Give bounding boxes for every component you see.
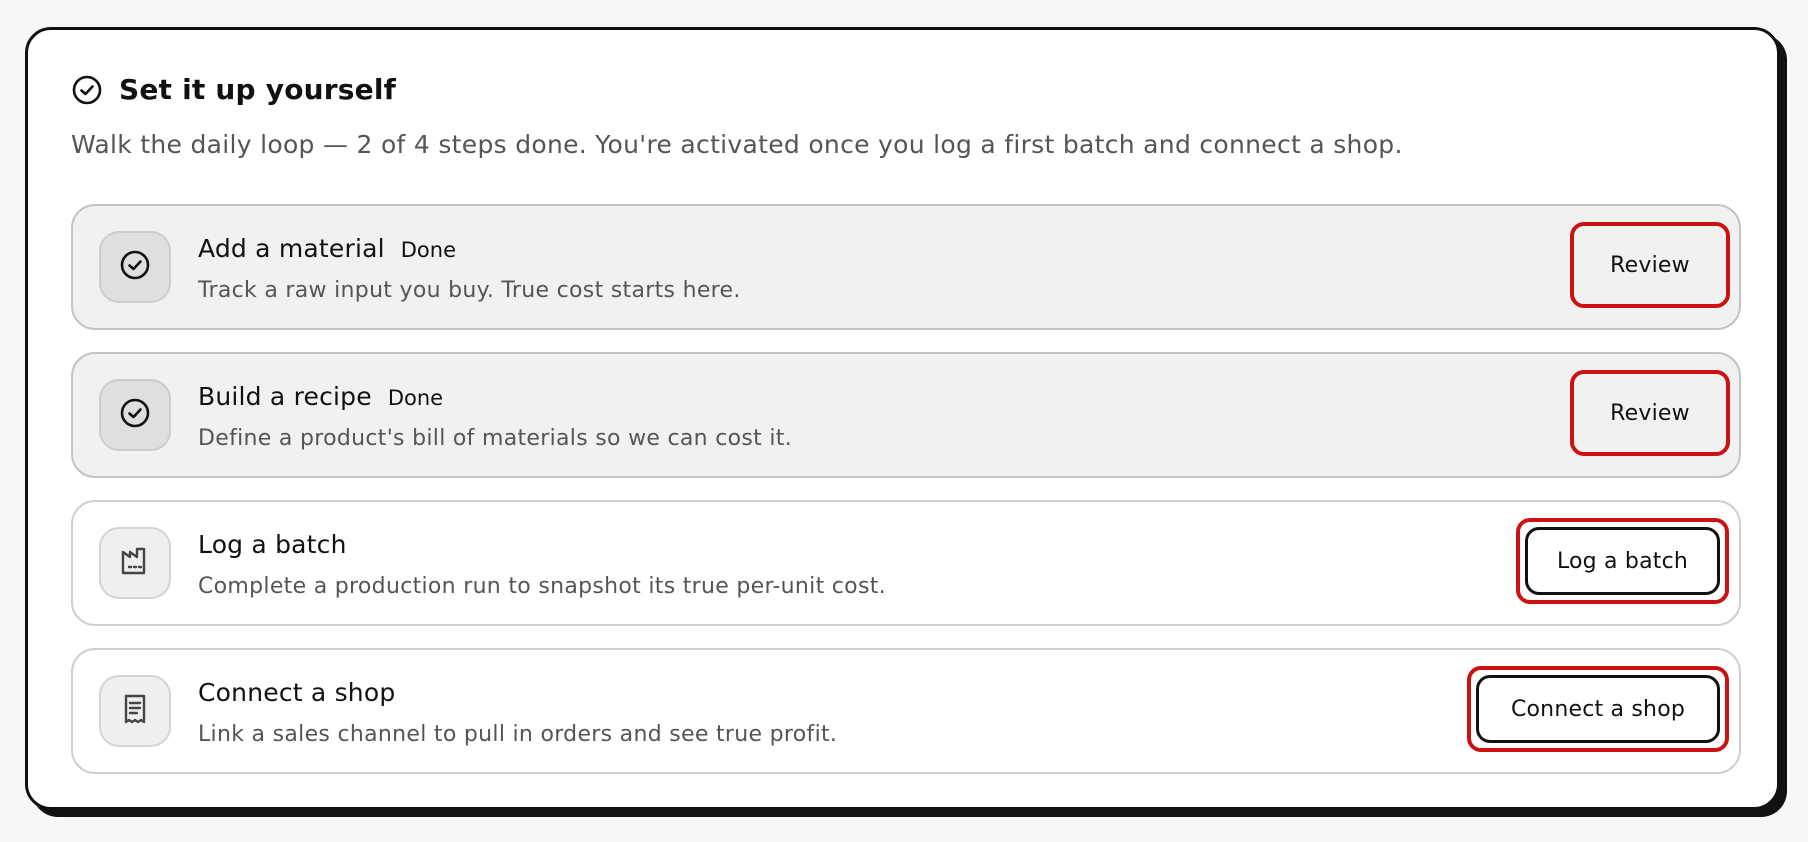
card-header: Set it up yourself	[71, 73, 396, 106]
check-circle-icon	[118, 396, 152, 434]
connect-shop-button-highlight: Connect a shop	[1467, 666, 1729, 752]
check-circle-icon	[71, 74, 103, 106]
page-subtitle: Walk the daily loop — 2 of 4 steps done.…	[71, 130, 1403, 159]
step-description: Define a product's bill of materials so …	[198, 426, 792, 451]
step-icon-tile	[99, 231, 171, 303]
status-badge: Done	[387, 386, 444, 410]
step-description: Link a sales channel to pull in orders a…	[198, 722, 838, 747]
step-title: Build a recipe	[198, 382, 372, 411]
log-batch-button-highlight: Log a batch	[1516, 518, 1729, 604]
step-title: Log a batch	[198, 530, 347, 559]
page-title: Set it up yourself	[119, 73, 397, 106]
check-circle-icon	[118, 248, 152, 286]
step-title: Add a material	[198, 234, 385, 263]
log-batch-button[interactable]: Log a batch	[1525, 527, 1720, 595]
step-add-material: Add a material Done Track a raw input yo…	[71, 204, 1741, 330]
connect-shop-button[interactable]: Connect a shop	[1476, 675, 1720, 743]
step-icon-tile	[99, 675, 171, 747]
setup-card: Set it up yourself Walk the daily loop —…	[25, 27, 1780, 810]
review-button[interactable]: Review	[1610, 253, 1690, 278]
review-button[interactable]: Review	[1610, 401, 1690, 426]
step-log-batch: Log a batch Complete a production run to…	[71, 500, 1741, 626]
step-icon-tile	[99, 379, 171, 451]
step-build-recipe: Build a recipe Done Define a product's b…	[71, 352, 1741, 478]
step-icon-tile	[99, 527, 171, 599]
step-connect-shop: Connect a shop Link a sales channel to p…	[71, 648, 1741, 774]
review-button-highlight: Review	[1570, 370, 1730, 456]
receipt-icon	[118, 692, 152, 730]
step-description: Track a raw input you buy. True cost sta…	[198, 278, 741, 303]
factory-icon	[118, 544, 152, 582]
step-title: Connect a shop	[198, 678, 396, 707]
step-description: Complete a production run to snapshot it…	[198, 574, 886, 599]
status-badge: Done	[400, 238, 457, 262]
review-button-highlight: Review	[1570, 222, 1730, 308]
